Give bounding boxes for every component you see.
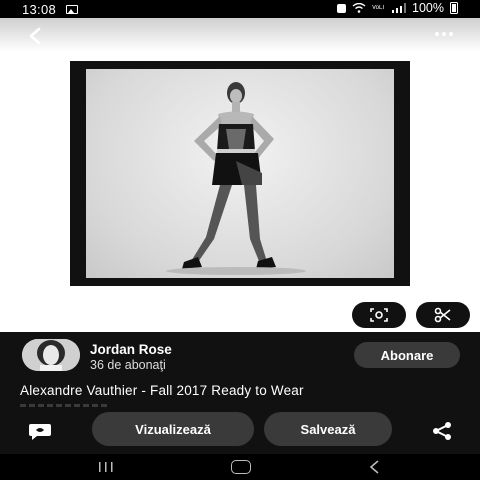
status-bar: 13:08 VoLTE 100% <box>0 0 480 18</box>
scissors-icon <box>434 307 451 323</box>
recent-apps-icon[interactable] <box>97 461 115 473</box>
model-figure-illustration <box>166 82 306 275</box>
view-button[interactable]: Vizualizează <box>92 412 254 446</box>
battery-percent: 100% <box>412 1 444 15</box>
pin-details-panel: Jordan Rose 36 de abonaţi Abonare Alexan… <box>0 332 480 454</box>
signal-icon <box>392 3 407 13</box>
status-right: VoLTE 100% <box>337 1 458 15</box>
lens-icon <box>370 308 388 322</box>
pin-image[interactable] <box>70 61 410 286</box>
visual-search-button[interactable] <box>352 302 406 328</box>
avatar-photo <box>22 339 80 371</box>
system-nav-bar <box>0 454 480 480</box>
nav-back-icon[interactable] <box>368 460 382 474</box>
wifi-icon <box>352 3 366 13</box>
home-icon[interactable] <box>231 460 251 474</box>
save-button[interactable]: Salvează <box>264 412 392 446</box>
follower-count: 36 de abonaţi <box>90 358 166 372</box>
author-name[interactable]: Jordan Rose <box>90 342 172 357</box>
status-time: 13:08 <box>22 2 57 17</box>
image-viewer <box>0 18 480 332</box>
volte-indicator: VoLTE <box>372 5 386 11</box>
comment-icon[interactable] <box>28 421 52 441</box>
share-icon[interactable] <box>431 421 453 441</box>
fashion-photo <box>86 69 394 278</box>
pin-title: Alexandre Vauthier - Fall 2017 Ready to … <box>20 383 304 398</box>
avatar[interactable] <box>22 339 80 371</box>
lock-icon <box>337 3 347 13</box>
more-icon[interactable] <box>434 30 454 38</box>
battery-icon <box>450 2 458 14</box>
viewer-top-bar <box>0 18 480 52</box>
cutout-button[interactable] <box>416 302 470 328</box>
back-icon[interactable] <box>26 26 46 46</box>
gallery-notification-icon <box>66 5 78 14</box>
follow-button[interactable]: Abonare <box>354 342 460 368</box>
description-fade <box>20 404 110 407</box>
